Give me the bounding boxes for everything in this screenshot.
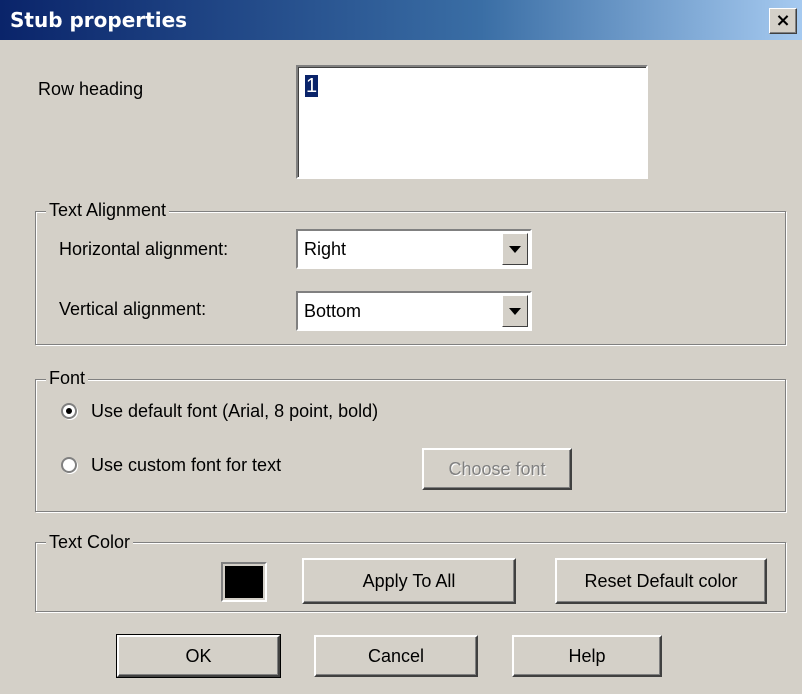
horizontal-alignment-value: Right xyxy=(304,239,347,259)
close-button[interactable]: × xyxy=(769,8,797,34)
horizontal-alignment-label: Horizontal alignment: xyxy=(59,239,229,259)
font-group xyxy=(35,379,786,512)
custom-font-label[interactable]: Use custom font for text xyxy=(91,455,281,476)
font-legend: Font xyxy=(46,368,89,389)
row-heading-input[interactable]: 1 xyxy=(296,65,648,179)
horizontal-alignment-select[interactable]: Right xyxy=(296,229,532,269)
text-color-swatch[interactable] xyxy=(221,562,267,602)
ok-button[interactable]: OK xyxy=(116,634,281,678)
row-heading-value: 1 xyxy=(305,75,319,97)
reset-default-color-button[interactable]: Reset Default color xyxy=(555,558,767,604)
close-icon: × xyxy=(775,10,791,31)
default-font-radio[interactable] xyxy=(61,403,77,419)
chevron-down-icon xyxy=(509,245,521,253)
row-heading-label: Row heading xyxy=(38,79,144,99)
window-title: Stub properties xyxy=(10,8,188,32)
custom-font-radio[interactable] xyxy=(61,457,77,473)
color-swatch-fill xyxy=(225,566,263,598)
horizontal-dropdown-button[interactable] xyxy=(502,233,528,265)
vertical-dropdown-button[interactable] xyxy=(502,295,528,327)
help-button[interactable]: Help xyxy=(512,635,662,677)
text-alignment-legend: Text Alignment xyxy=(46,200,170,221)
apply-to-all-button[interactable]: Apply To All xyxy=(302,558,516,604)
choose-font-button[interactable]: Choose font xyxy=(422,448,572,490)
vertical-alignment-select[interactable]: Bottom xyxy=(296,291,532,331)
default-font-label[interactable]: Use default font (Arial, 8 point, bold) xyxy=(91,401,378,422)
cancel-button[interactable]: Cancel xyxy=(314,635,478,677)
vertical-alignment-label: Vertical alignment: xyxy=(59,299,207,319)
text-color-legend: Text Color xyxy=(46,532,134,553)
chevron-down-icon xyxy=(509,307,521,315)
radio-selected-dot xyxy=(66,408,72,414)
vertical-alignment-value: Bottom xyxy=(304,301,362,321)
